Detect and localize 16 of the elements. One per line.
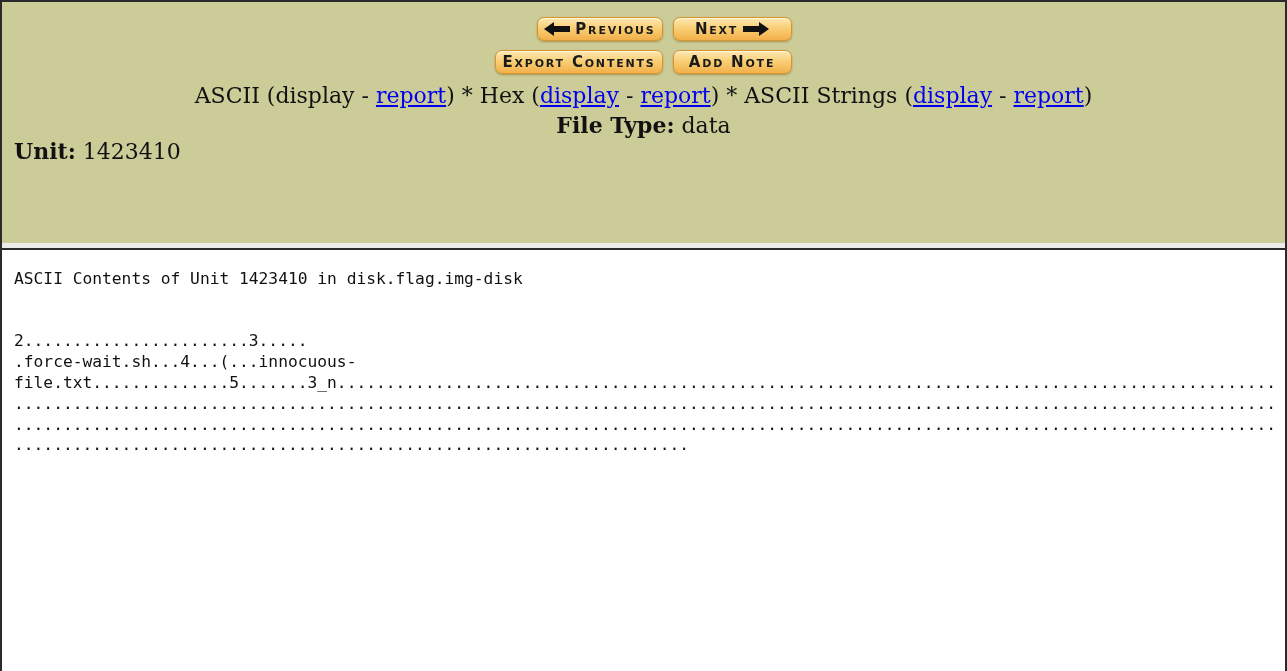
view-link[interactable]: display <box>539 83 619 108</box>
export-contents-button[interactable]: Export Contents <box>495 50 663 74</box>
file-type-text: File Type: data <box>555 111 732 140</box>
view-link[interactable]: report <box>640 83 711 108</box>
contents-title: ASCII Contents of Unit 1423410 in disk.flag.img-disk <box>14 269 523 290</box>
unit-text: Unit: 1423410 <box>14 137 182 166</box>
view-mode-line: ASCII (display - report) * Hex (display - report) * ASCII Strings (display - report) <box>193 82 1094 110</box>
next-button[interactable]: Next <box>672 17 792 41</box>
view-link[interactable]: report <box>1013 83 1084 108</box>
view-link[interactable]: report <box>375 83 447 108</box>
view-link[interactable]: display <box>913 83 993 108</box>
ascii-dump: 2.......................3..... .force-wait.sh...4...(...innocuous- file.txt..............5.......3_n................................................................................................ ................................................................................................................................. ................................................................................................................................. ..................................................................... <box>14 331 1277 457</box>
right-arrow-icon <box>743 22 770 36</box>
previous-button[interactable]: Previous <box>537 17 663 41</box>
add-note-button[interactable]: Add Note <box>672 50 792 74</box>
left-arrow-icon <box>544 22 571 36</box>
